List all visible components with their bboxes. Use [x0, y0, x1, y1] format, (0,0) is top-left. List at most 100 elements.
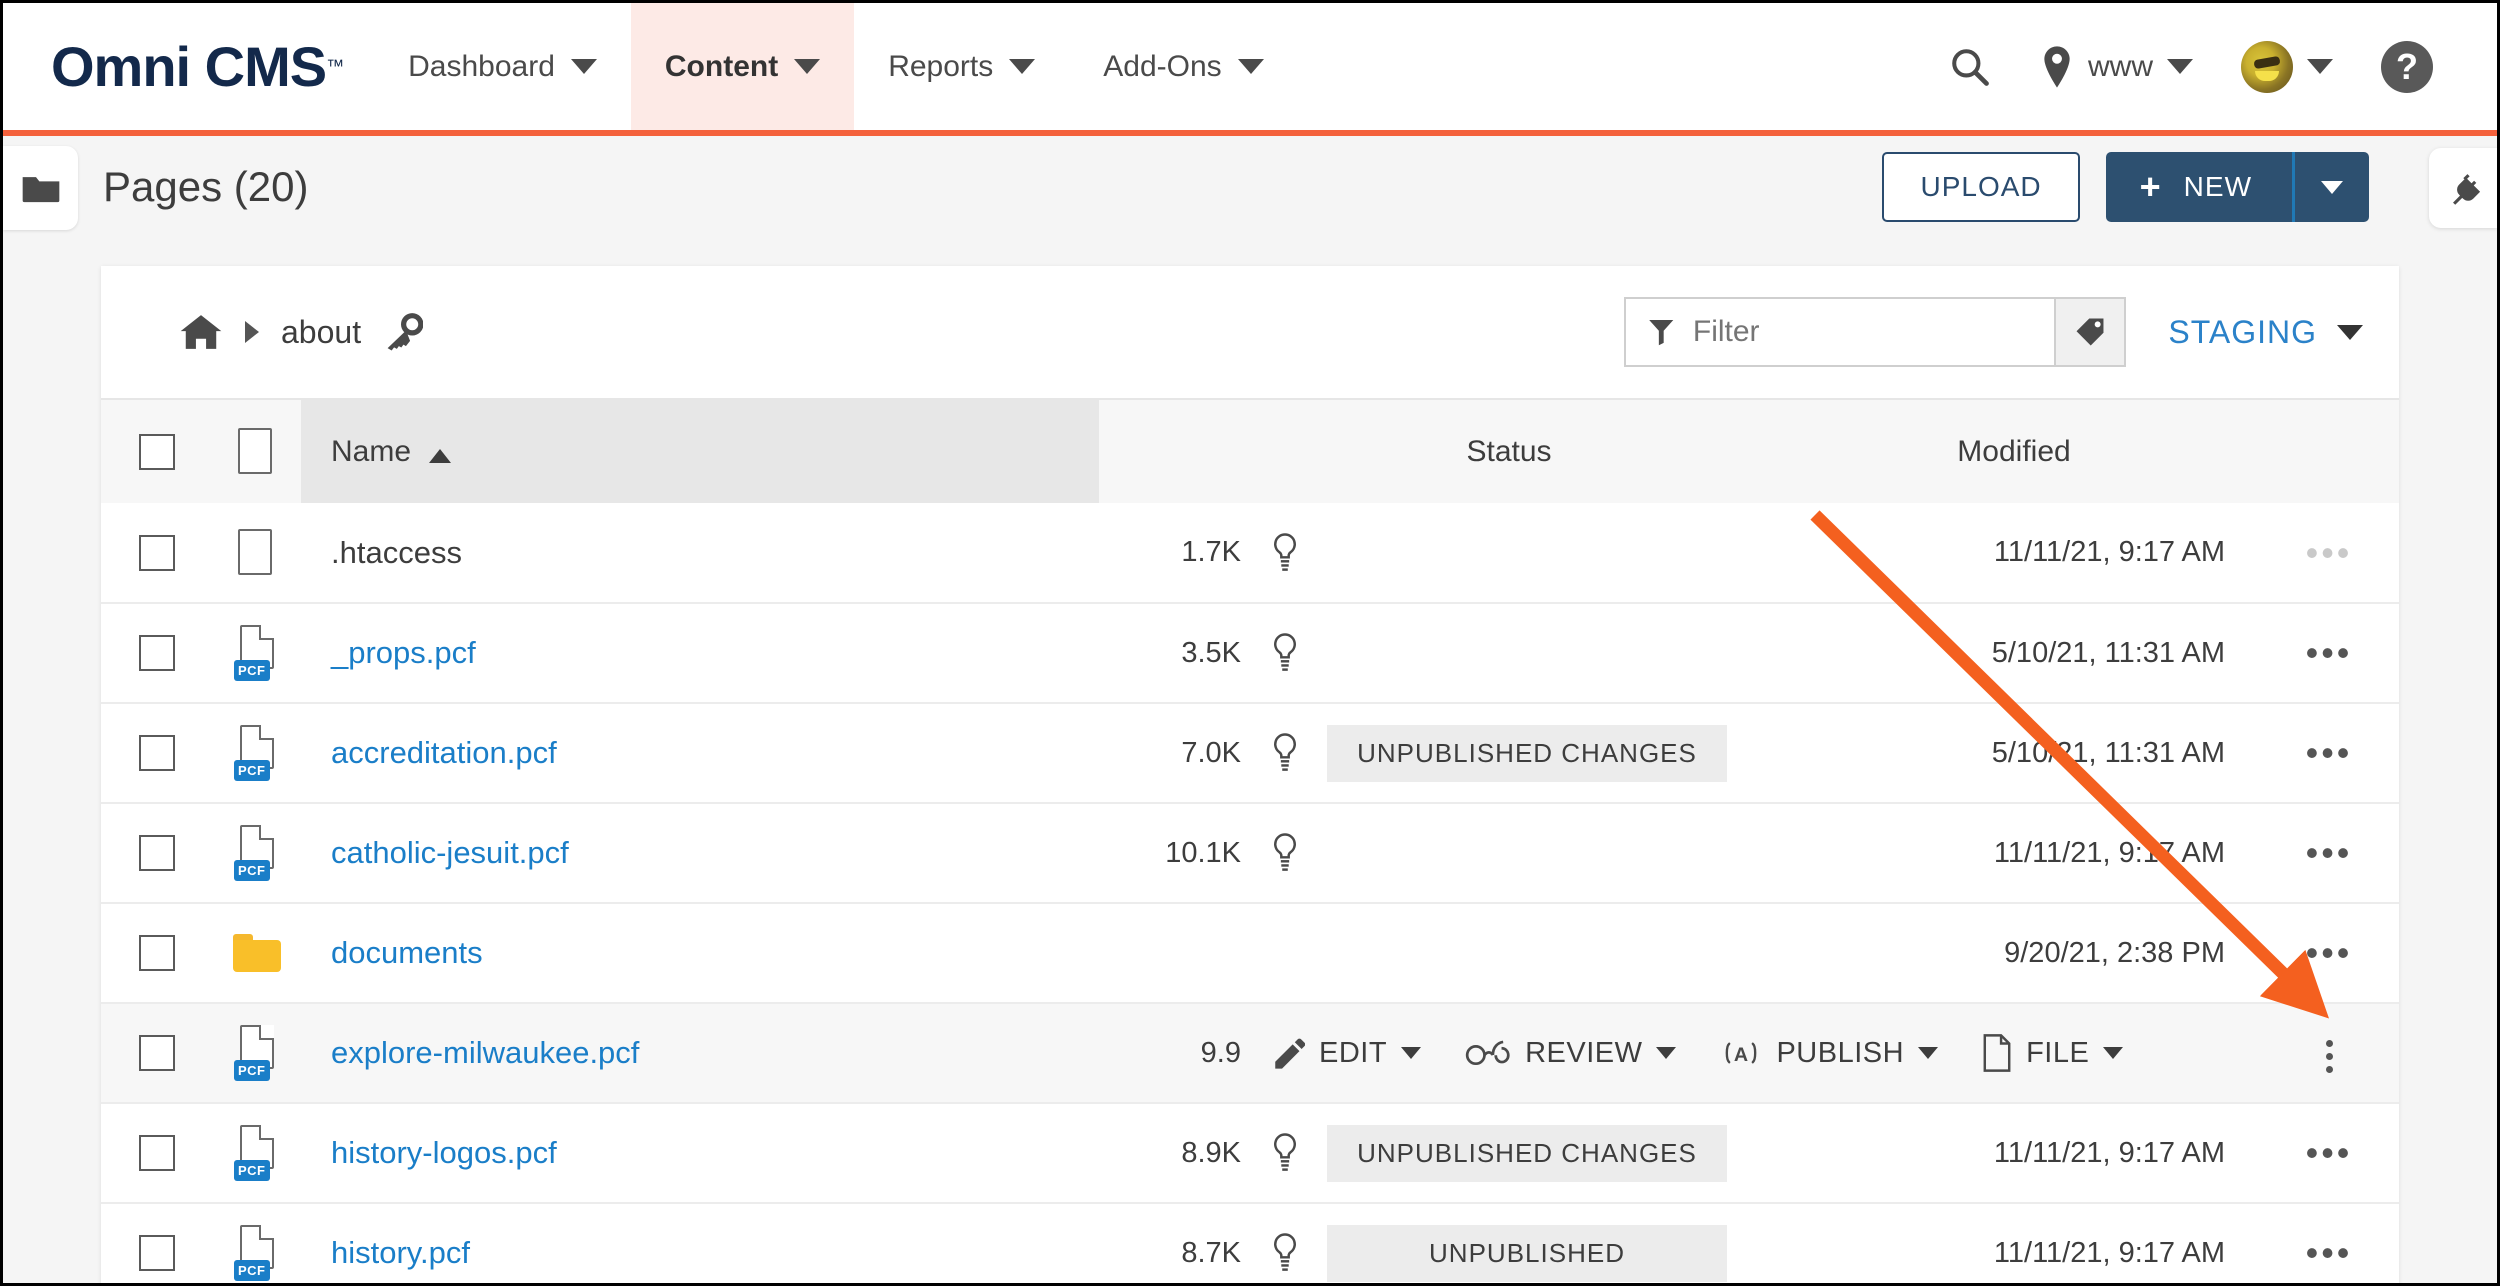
breadcrumb-current[interactable]: about — [281, 314, 361, 351]
file-name-link[interactable]: explore-milwaukee.pcf — [331, 1035, 639, 1070]
pages-panel: about Filter STAGING Name Status Modifie… — [101, 266, 2399, 1283]
row-menu-cell: ••• — [2259, 803, 2399, 903]
ellipsis-horizontal-icon[interactable]: ••• — [2306, 632, 2353, 673]
lightbulb-icon[interactable] — [1271, 1133, 1299, 1173]
lightbulb-icon[interactable] — [1271, 733, 1299, 773]
filter-field[interactable] — [1624, 297, 2055, 367]
ellipsis-horizontal-icon[interactable]: ••• — [2306, 732, 2353, 773]
caret-down-icon — [1401, 1047, 1422, 1059]
table-row[interactable]: PCF catholic-jesuit.pcf 10.1K 11/11/21, … — [101, 803, 2399, 903]
chevron-down-icon — [570, 59, 597, 74]
row-type-cell — [213, 903, 301, 1003]
row-select-cell — [101, 803, 213, 903]
ellipsis-horizontal-icon[interactable]: ••• — [2306, 1232, 2353, 1273]
column-modified[interactable]: Modified — [1769, 398, 2259, 503]
table-row[interactable]: PCF history-logos.pcf 8.9K UNPUBLISHED C… — [101, 1103, 2399, 1203]
row-checkbox[interactable] — [139, 1235, 175, 1271]
ellipsis-vertical-icon[interactable] — [2325, 1039, 2333, 1073]
row-name-cell: documents — [301, 903, 1099, 1003]
user-menu[interactable] — [2217, 3, 2357, 130]
table-row[interactable]: PCF history.pcf 8.7K UNPUBLISHED 11/11/2… — [101, 1203, 2399, 1283]
ellipsis-horizontal-icon[interactable]: ••• — [2306, 932, 2353, 973]
row-checkbox[interactable] — [139, 1135, 175, 1171]
row-checkbox[interactable] — [139, 635, 175, 671]
lightbulb-icon[interactable] — [1271, 833, 1299, 873]
table-row[interactable]: PCF _props.pcf 3.5K 5/10/21, 11:31 AM ••… — [101, 603, 2399, 703]
home-icon[interactable] — [179, 313, 223, 351]
table-row[interactable]: .htaccess 1.7K 11/11/21, 9:17 AM ••• — [101, 503, 2399, 603]
row-checkbox[interactable] — [139, 835, 175, 871]
row-name-cell: .htaccess — [301, 503, 1099, 603]
triangle-right-icon — [245, 321, 259, 343]
nav-item-label: Content — [664, 49, 779, 83]
pcf-file-icon: PCF — [234, 1125, 280, 1181]
row-checkbox[interactable] — [139, 1035, 175, 1071]
file-name-link[interactable]: catholic-jesuit.pcf — [331, 835, 569, 870]
nav-item-label: Dashboard — [408, 49, 555, 83]
row-type-cell: PCF — [213, 1203, 301, 1283]
staging-selector[interactable]: STAGING — [2168, 314, 2363, 351]
file-name-link[interactable]: history-logos.pcf — [331, 1135, 557, 1170]
ellipsis-horizontal-icon[interactable]: ••• — [2306, 832, 2353, 873]
row-status-cell: UNPUBLISHED CHANGES — [1249, 703, 1769, 803]
row-name-cell: history.pcf — [301, 1203, 1099, 1283]
nav-item-dashboard[interactable]: Dashboard — [374, 3, 631, 130]
column-name[interactable]: Name — [301, 398, 1099, 503]
file-name-link[interactable]: _props.pcf — [331, 635, 476, 670]
table-row[interactable]: documents 9/20/21, 2:38 PM ••• — [101, 903, 2399, 1003]
folder-panel-toggle[interactable] — [3, 146, 78, 230]
review-action-button[interactable]: REVIEW — [1443, 1037, 1698, 1070]
lightbulb-icon[interactable] — [1271, 532, 1299, 573]
key-icon[interactable] — [383, 313, 424, 351]
row-select-cell — [101, 903, 213, 1003]
edit-action-button[interactable]: EDIT — [1249, 1036, 1443, 1070]
file-name-link[interactable]: accreditation.pcf — [331, 735, 557, 770]
file-name-link[interactable]: history.pcf — [331, 1235, 470, 1270]
nav-right-actions: www ? — [1924, 3, 2497, 130]
row-select-cell — [101, 1103, 213, 1203]
row-checkbox[interactable] — [139, 735, 175, 771]
breadcrumb: about — [137, 313, 424, 351]
folder-icon — [22, 177, 59, 203]
row-actions-cell: EDIT REVIEW A PUBLISH FILE — [1249, 1003, 2259, 1103]
new-button-label: NEW — [2183, 171, 2252, 202]
lightbulb-icon[interactable] — [1271, 1233, 1299, 1273]
site-label: www — [2088, 49, 2153, 83]
column-name-label: Name — [331, 434, 412, 468]
ellipsis-horizontal-icon[interactable]: ••• — [2306, 532, 2353, 573]
help-button[interactable]: ? — [2357, 3, 2457, 130]
plugin-panel-toggle[interactable] — [2429, 148, 2497, 228]
file-action-button[interactable]: FILE — [1960, 1034, 2145, 1072]
nav-item-content[interactable]: Content — [630, 3, 855, 130]
table-body: .htaccess 1.7K 11/11/21, 9:17 AM ••• PCF… — [101, 503, 2399, 1283]
tag-filter-button[interactable] — [2054, 297, 2127, 367]
table-row-selected[interactable]: PCF explore-milwaukee.pcf 9.9 EDIT REVIE… — [101, 1003, 2399, 1103]
upload-button[interactable]: UPLOAD — [1882, 152, 2080, 222]
filter-input[interactable] — [1692, 315, 2033, 349]
status-badge: UNPUBLISHED — [1327, 1224, 1727, 1282]
folder-name-link[interactable]: documents — [331, 935, 483, 970]
nav-item-reports[interactable]: Reports — [854, 3, 1069, 130]
lightbulb-icon[interactable] — [1271, 633, 1299, 673]
row-checkbox[interactable] — [139, 935, 175, 971]
row-name-cell: _props.pcf — [301, 603, 1099, 703]
top-navigation-bar: Omni CMS ™ Dashboard Content Reports Add-… — [3, 3, 2497, 136]
nav-item-addons[interactable]: Add-Ons — [1069, 3, 1297, 130]
row-checkbox[interactable] — [139, 534, 175, 571]
row-size-cell: 10.1K — [1165, 836, 1241, 869]
ellipsis-horizontal-icon[interactable]: ••• — [2306, 1132, 2353, 1173]
search-button[interactable] — [1924, 3, 2016, 130]
plug-icon — [2453, 174, 2481, 205]
avatar — [2241, 40, 2293, 93]
row-status-cell — [1249, 803, 1769, 903]
row-status-cell — [1249, 503, 1769, 603]
select-all-checkbox[interactable] — [139, 433, 175, 470]
publish-action-button[interactable]: A PUBLISH — [1698, 1037, 1960, 1070]
new-button[interactable]: + NEW — [2106, 152, 2295, 222]
site-selector[interactable]: www — [2016, 3, 2217, 130]
brand-logo[interactable]: Omni CMS ™ — [3, 3, 374, 130]
new-dropdown-toggle[interactable] — [2295, 152, 2369, 222]
table-row[interactable]: PCF accreditation.pcf 7.0K UNPUBLISHED C… — [101, 703, 2399, 803]
row-type-cell: PCF — [213, 1103, 301, 1203]
tag-icon — [2076, 318, 2104, 346]
